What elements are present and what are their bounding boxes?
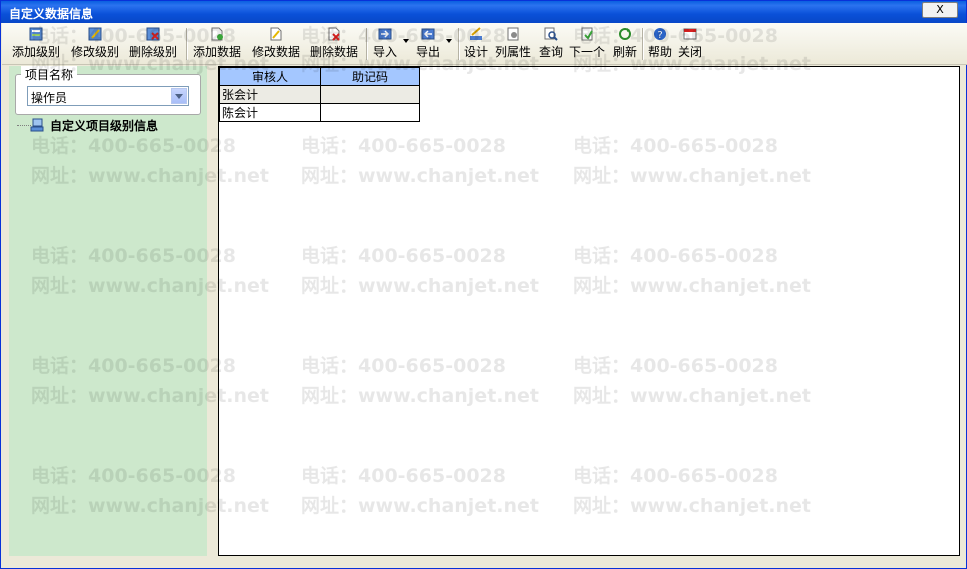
close-label: 关闭	[678, 45, 703, 59]
window-title: 自定义数据信息	[9, 7, 94, 21]
close-button[interactable]: 关闭	[678, 27, 702, 63]
splitter[interactable]	[207, 66, 217, 558]
toolbar-separator	[642, 28, 644, 60]
project-name-label: 项目名称	[21, 66, 78, 83]
edit-data-button[interactable]: 修改数据	[252, 27, 300, 63]
query-label: 查询	[539, 45, 564, 59]
data-grid: 审核人 助记码 张会计 陈会计	[219, 67, 420, 122]
delete-data-label: 删除数据	[310, 45, 359, 59]
toolbar-separator	[458, 28, 460, 60]
column-header-mnemonic[interactable]: 助记码	[320, 67, 420, 86]
dialog-window: 自定义数据信息 X 添加级别 修改级别 删除级别 添加数据 修改数据 删除数据	[0, 0, 967, 569]
help-icon: ?	[654, 28, 666, 41]
edit-data-icon	[270, 27, 282, 41]
toolbar: 添加级别 修改级别 删除级别 添加数据 修改数据 删除数据 导入 导出 设计 列…	[2, 23, 967, 65]
refresh-button[interactable]: 刷新	[613, 27, 637, 63]
close-window-button[interactable]: X	[922, 2, 958, 18]
table-row[interactable]: 张会计	[219, 85, 420, 104]
data-grid-area: 审核人 助记码 张会计 陈会计	[218, 66, 960, 556]
network-icon	[30, 118, 44, 132]
table-row[interactable]: 陈会计	[219, 103, 420, 122]
refresh-icon	[619, 28, 631, 40]
edit-level-icon	[88, 27, 102, 41]
toolbar-separator	[366, 28, 368, 60]
query-button[interactable]: 查询	[539, 27, 563, 63]
add-level-label: 添加级别	[12, 45, 61, 59]
table-cell[interactable]: 张会计	[219, 85, 321, 104]
help-label: 帮助	[648, 45, 673, 59]
export-dropdown-arrow-icon[interactable]	[446, 39, 452, 43]
import-button[interactable]: 导入	[373, 27, 397, 63]
refresh-label: 刷新	[613, 45, 638, 59]
tree-connector	[17, 125, 31, 126]
add-level-button[interactable]: 添加级别	[12, 27, 60, 63]
export-icon	[421, 28, 435, 40]
delete-level-label: 删除级别	[129, 45, 178, 59]
svg-text:?: ?	[657, 30, 662, 41]
project-name-value: 操作员	[31, 91, 68, 105]
left-panel	[9, 66, 207, 556]
export-button[interactable]: 导出	[416, 27, 440, 63]
add-data-button[interactable]: 添加数据	[193, 27, 241, 63]
delete-data-button[interactable]: 删除数据	[310, 27, 358, 63]
next-button[interactable]: 下一个	[569, 27, 605, 63]
edit-level-label: 修改级别	[71, 45, 120, 59]
import-icon	[378, 28, 392, 40]
delete-level-icon	[146, 27, 160, 41]
delete-level-button[interactable]: 删除级别	[129, 27, 177, 63]
import-label: 导入	[373, 45, 398, 59]
table-cell[interactable]	[320, 103, 420, 122]
title-bar[interactable]: 自定义数据信息 X	[1, 1, 966, 23]
add-data-label: 添加数据	[193, 45, 242, 59]
edit-data-label: 修改数据	[252, 45, 301, 59]
add-level-icon	[29, 27, 43, 41]
column-header-reviewer[interactable]: 审核人	[219, 67, 321, 86]
table-cell[interactable]: 陈会计	[219, 103, 321, 122]
close-icon	[683, 28, 697, 40]
column-properties-label: 列属性	[495, 45, 532, 59]
delete-data-icon	[328, 27, 340, 41]
edit-level-button[interactable]: 修改级别	[71, 27, 119, 63]
design-icon	[470, 27, 482, 40]
tree-root-label: 自定义项目级别信息	[50, 119, 159, 133]
project-name-combo[interactable]: 操作员	[27, 86, 189, 106]
search-icon	[544, 27, 558, 41]
next-label: 下一个	[569, 45, 606, 59]
table-cell[interactable]	[320, 85, 420, 104]
import-dropdown-arrow-icon[interactable]	[403, 39, 409, 43]
column-properties-icon	[507, 27, 519, 41]
next-icon	[581, 27, 593, 41]
add-data-icon	[211, 27, 223, 41]
design-label: 设计	[464, 45, 489, 59]
toolbar-separator	[186, 28, 188, 60]
help-button[interactable]: ? 帮助	[648, 27, 672, 63]
chevron-down-icon[interactable]	[171, 88, 187, 104]
column-properties-button[interactable]: 列属性	[495, 27, 531, 63]
export-label: 导出	[416, 45, 441, 59]
design-button[interactable]: 设计	[464, 27, 488, 63]
